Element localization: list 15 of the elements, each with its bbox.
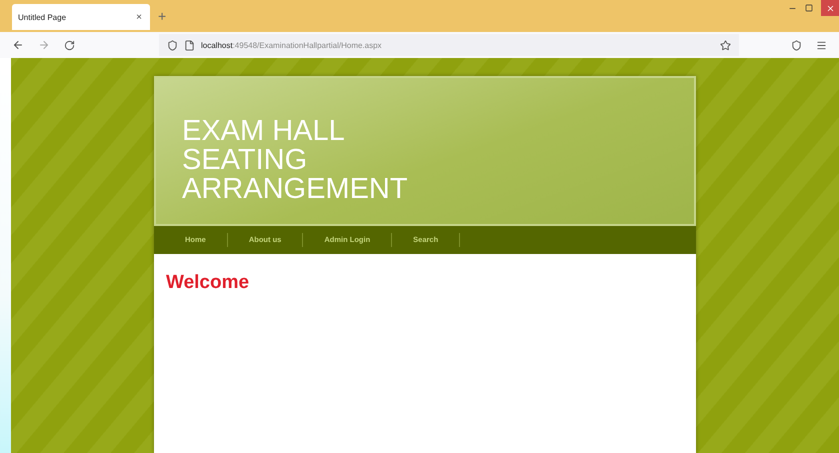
- browser-tab[interactable]: Untitled Page ×: [12, 4, 150, 30]
- page-heading: Welcome: [166, 272, 250, 294]
- close-icon: [826, 4, 834, 12]
- address-field[interactable]: localhost:49548/ExaminationHallpartial/Home.aspx: [159, 34, 739, 56]
- site-title: EXAM HALL SEATING ARRANGEMENT: [182, 117, 409, 204]
- back-icon[interactable]: [12, 39, 24, 51]
- restore-icon[interactable]: [805, 4, 813, 12]
- bookmark-star-icon[interactable]: [720, 40, 731, 50]
- menu-icon[interactable]: [816, 40, 827, 50]
- page-icon: [184, 40, 195, 50]
- tab-title: Untitled Page: [18, 12, 66, 22]
- tab-close-button[interactable]: ×: [136, 12, 142, 22]
- shield-icon: [167, 40, 178, 50]
- new-tab-button[interactable]: +: [158, 8, 166, 24]
- reload-icon[interactable]: [64, 40, 75, 50]
